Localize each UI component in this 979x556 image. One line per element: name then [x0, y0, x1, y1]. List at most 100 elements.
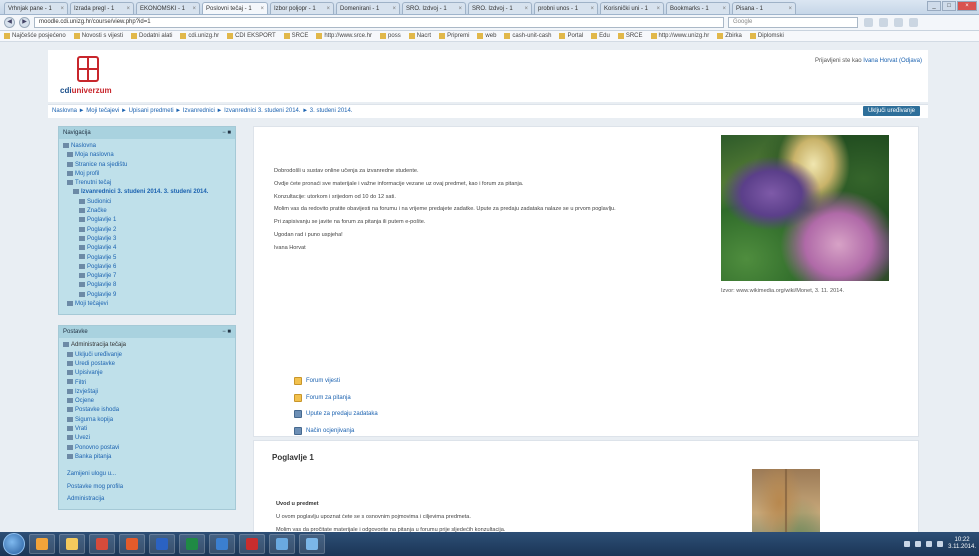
- activity-link[interactable]: Upute za predaju zadataka: [294, 406, 714, 423]
- bookmark-item[interactable]: Pripremi: [439, 33, 469, 39]
- bookmark-item[interactable]: Nacrt: [408, 33, 431, 39]
- nav-item[interactable]: Sigurna kopija: [63, 416, 231, 425]
- close-tab-icon[interactable]: ×: [524, 6, 528, 12]
- taskbar-app-paint[interactable]: [269, 534, 295, 554]
- bookmark-item[interactable]: Edu: [591, 33, 610, 39]
- settings-footer-item[interactable]: Postavke mog profila: [63, 483, 231, 492]
- nav-item[interactable]: Poglavlje 2: [63, 226, 231, 235]
- nav-item[interactable]: Poglavlje 4: [63, 244, 231, 253]
- close-tab-icon[interactable]: ×: [590, 6, 594, 12]
- start-button[interactable]: [3, 533, 25, 555]
- bookmark-item[interactable]: poss: [380, 33, 401, 39]
- close-tab-icon[interactable]: ×: [788, 6, 792, 12]
- browser-tab[interactable]: Poslovni tečaj - 1 ×: [202, 2, 268, 14]
- browser-tab[interactable]: Bookmarks - 1 ×: [666, 2, 730, 14]
- maximize-button[interactable]: □: [942, 1, 956, 11]
- search-input[interactable]: Google: [728, 17, 858, 28]
- bookmark-item[interactable]: web: [477, 33, 496, 39]
- nav-item[interactable]: Poglavlje 3: [63, 235, 231, 244]
- back-icon[interactable]: ◀: [4, 17, 15, 28]
- star-icon[interactable]: [864, 18, 873, 27]
- language-icon[interactable]: [937, 541, 944, 547]
- bookmark-item[interactable]: Najčešće posjećeno: [4, 33, 66, 39]
- bookmark-item[interactable]: http://www.srce.hr: [316, 33, 372, 39]
- bookmark-item[interactable]: http://www.unizg.hr: [650, 33, 709, 39]
- nav-item[interactable]: Moji tečajevi: [63, 300, 231, 309]
- settings-footer-item[interactable]: Administracija: [63, 495, 231, 504]
- taskbar-app-media[interactable]: [89, 534, 115, 554]
- browser-tab[interactable]: Korisnički uni - 1 ×: [600, 2, 664, 14]
- nav-item[interactable]: Postavke ishoda: [63, 406, 231, 415]
- nav-item[interactable]: Uvezi: [63, 434, 231, 443]
- login-user-link[interactable]: Ivana Horvat (Odjava): [863, 58, 922, 64]
- nav-item[interactable]: Sudionici: [63, 198, 231, 207]
- clock[interactable]: 10:22 3.11.2014.: [948, 537, 976, 551]
- nav-item[interactable]: Izvanrednici 3. studeni 2014. 3. studeni…: [63, 188, 231, 197]
- close-tab-icon[interactable]: ×: [392, 6, 396, 12]
- browser-tab[interactable]: Pisana - 1 ×: [732, 2, 796, 14]
- nav-item[interactable]: Vrati: [63, 425, 231, 434]
- taskbar-app-word[interactable]: [149, 534, 175, 554]
- network-icon[interactable]: [904, 541, 911, 547]
- taskbar-app-pdf[interactable]: [239, 534, 265, 554]
- nav-item[interactable]: Poglavlje 9: [63, 291, 231, 300]
- bookmark-item[interactable]: Novosti s vijesti: [73, 33, 123, 39]
- nav-item[interactable]: Uključi uređivanje: [63, 351, 231, 360]
- bookmark-item[interactable]: SRCE: [283, 33, 308, 39]
- nav-item[interactable]: Filtri: [63, 379, 231, 388]
- nav-item[interactable]: Naslovna: [63, 142, 231, 151]
- nav-item[interactable]: Ocjene: [63, 397, 231, 406]
- nav-item[interactable]: Banka pitanja: [63, 453, 231, 462]
- nav-item[interactable]: Uredi postavke: [63, 360, 231, 369]
- nav-item[interactable]: Moj profil: [63, 170, 231, 179]
- nav-item[interactable]: Stranice na sjedištu: [63, 161, 231, 170]
- close-tab-icon[interactable]: ×: [326, 6, 330, 12]
- bookmark-item[interactable]: Diplomski: [749, 33, 784, 39]
- volume-icon[interactable]: [915, 541, 922, 547]
- nav-item[interactable]: Izvještaji: [63, 388, 231, 397]
- bookmark-item[interactable]: Portal: [559, 33, 583, 39]
- taskbar-app-browser[interactable]: [29, 534, 55, 554]
- close-tab-icon[interactable]: ×: [192, 6, 196, 12]
- activity-link[interactable]: Forum vijesti: [294, 373, 714, 390]
- browser-tab[interactable]: Izrada pregl - 1 ×: [70, 2, 134, 14]
- edit-mode-button[interactable]: Uključi uređivanje: [862, 106, 920, 116]
- nav-item[interactable]: Administracija tečaja: [63, 341, 231, 350]
- taskbar-app-office[interactable]: [119, 534, 145, 554]
- settings-footer-item[interactable]: Zamijeni ulogu u...: [63, 470, 231, 479]
- close-tab-icon[interactable]: ×: [458, 6, 462, 12]
- nav-item[interactable]: Poglavlje 8: [63, 281, 231, 290]
- activity-link[interactable]: Forum za pitanja: [294, 390, 714, 407]
- block-controls[interactable]: − ■: [222, 329, 231, 335]
- browser-tab[interactable]: Domenirani - 1 ×: [336, 2, 400, 14]
- close-tab-icon[interactable]: ×: [260, 6, 264, 12]
- bookmark-item[interactable]: cash-unit-cash: [504, 33, 551, 39]
- browser-tab[interactable]: SRO. Izdvoj - 1 ×: [402, 2, 466, 14]
- flag-icon[interactable]: [926, 541, 933, 547]
- close-tab-icon[interactable]: ×: [656, 6, 660, 12]
- bookmark-item[interactable]: CDI EKSPORT: [227, 33, 276, 39]
- bookmark-item[interactable]: cdi.unizg.hr: [180, 33, 219, 39]
- browser-tab[interactable]: EKONOMSKI - 1 ×: [136, 2, 200, 14]
- close-button[interactable]: ×: [957, 1, 977, 11]
- activity-link[interactable]: Način ocjenjivanja: [294, 423, 714, 440]
- home-icon[interactable]: [894, 18, 903, 27]
- browser-tab[interactable]: SRO. Izdvoj - 1 ×: [468, 2, 532, 14]
- forward-icon[interactable]: ▶: [19, 17, 30, 28]
- browser-tab[interactable]: Izbor poljopr - 1 ×: [270, 2, 334, 14]
- block-controls[interactable]: − ■: [222, 130, 231, 136]
- site-logo[interactable]: cdiuniverzum: [60, 56, 130, 100]
- address-bar[interactable]: moodle.cdi.unizg.hr/course/view.php?id=1: [34, 17, 724, 28]
- close-tab-icon[interactable]: ×: [722, 6, 726, 12]
- nav-item[interactable]: Moja naslovna: [63, 151, 231, 160]
- nav-item[interactable]: Poglavlje 1: [63, 216, 231, 225]
- breadcrumb[interactable]: Naslovna ► Moji tečajevi ► Upisani predm…: [52, 108, 353, 114]
- nav-item[interactable]: Značke: [63, 207, 231, 216]
- browser-tab[interactable]: Vrhnjak pane - 1 ×: [4, 2, 68, 14]
- taskbar-app-folder[interactable]: [59, 534, 85, 554]
- close-tab-icon[interactable]: ×: [126, 6, 130, 12]
- close-tab-icon[interactable]: ×: [60, 6, 64, 12]
- nav-item[interactable]: Ponovno postavi: [63, 444, 231, 453]
- bookmark-item[interactable]: Zbirka: [717, 33, 742, 39]
- menu-icon[interactable]: [909, 18, 918, 27]
